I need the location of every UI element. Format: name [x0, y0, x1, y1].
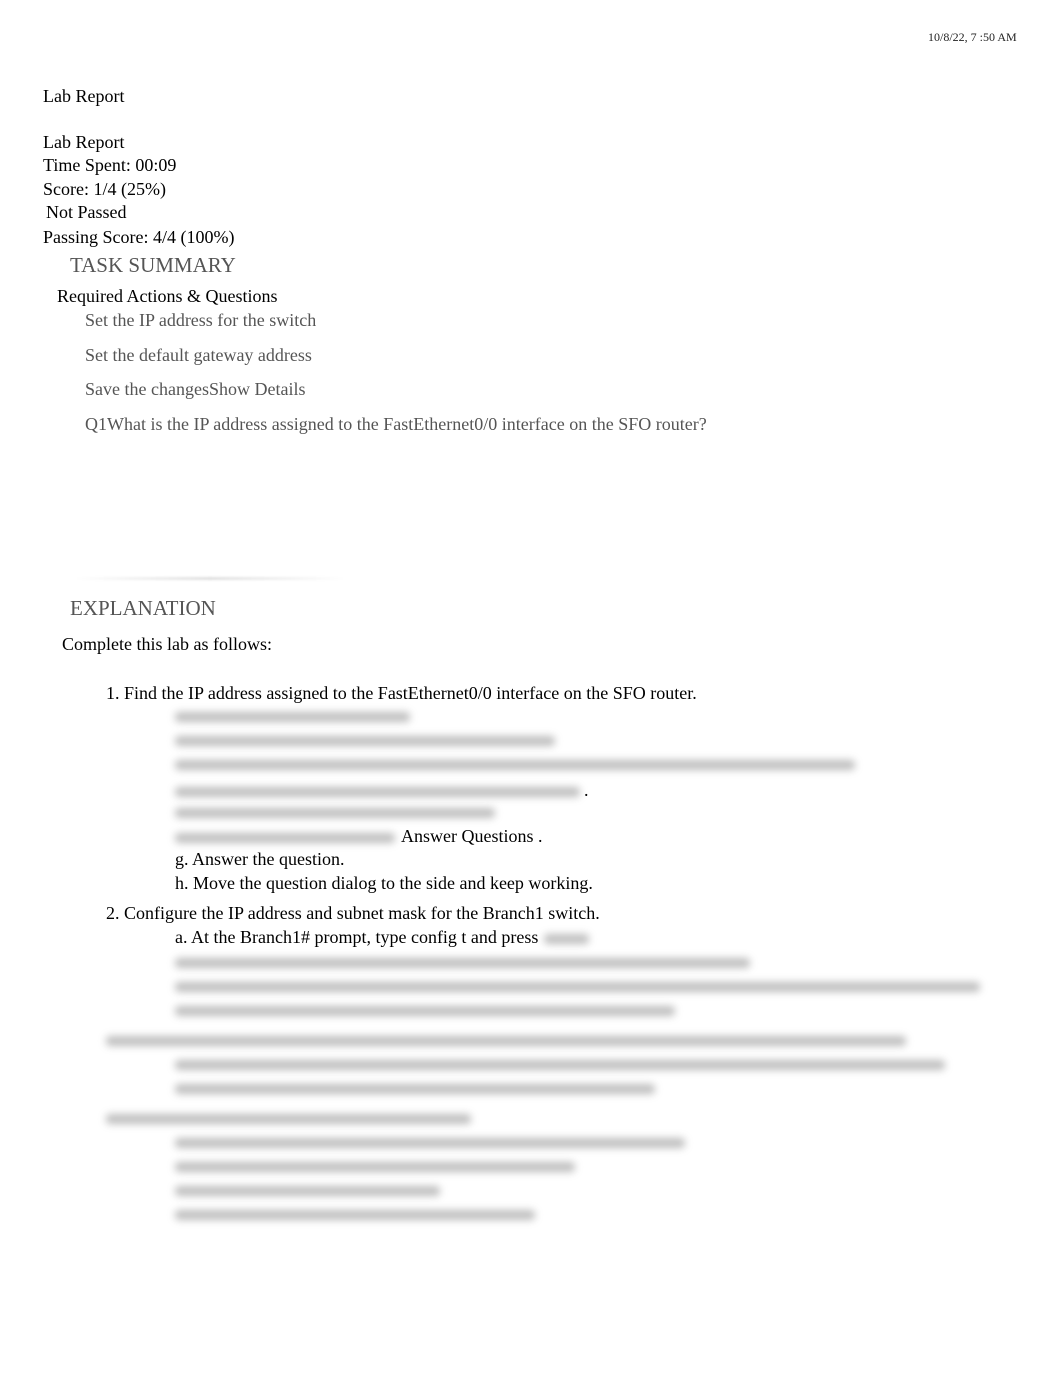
blurred-substep [175, 978, 980, 996]
task-item: Set the default gateway address [85, 345, 312, 365]
substep-2a: a. At the Branch1# prompt, type config t… [175, 927, 590, 948]
task-summary-heading: TASK SUMMARY [70, 253, 236, 277]
blurred-substep [175, 756, 855, 774]
blurred-substep [175, 1134, 685, 1152]
divider [75, 577, 345, 580]
blurred-substep [175, 1056, 945, 1074]
time-spent: Time Spent: 00:09 [43, 155, 177, 175]
blurred-substep [175, 1002, 675, 1020]
blurred-substep [175, 708, 410, 726]
blurred-step-3 [106, 1032, 906, 1050]
explanation-heading: EXPLANATION [70, 596, 216, 620]
page-title: Lab Report [43, 86, 125, 106]
substep-f: Answer Questions . [175, 826, 543, 847]
task-item: Set the IP address for the switch [85, 310, 317, 330]
timestamp: 10/8/22, 7 :50 AM [928, 30, 1017, 44]
explanation-intro: Complete this lab as follows: [62, 634, 272, 654]
blurred-substep [175, 804, 495, 822]
step-1: 1. Find the IP address assigned to the F… [106, 683, 697, 703]
blurred-substep [175, 732, 555, 750]
step-2: 2. Configure the IP address and subnet m… [106, 903, 600, 923]
score: Score: 1/4 (25%) [43, 179, 166, 199]
blurred-substep [175, 1182, 440, 1200]
blurred-substep [175, 1158, 575, 1176]
substep-g: g. Answer the question. [175, 849, 345, 869]
task-item-show-details[interactable]: Save the changesShow Details [85, 379, 305, 400]
required-actions-heading: Required Actions & Questions [57, 286, 278, 306]
blurred-substep [175, 1206, 535, 1224]
passing-score: Passing Score: 4/4 (100%) [43, 227, 235, 247]
answer-questions-label: Answer Questions . [401, 826, 543, 846]
blurred-substep: . [175, 780, 589, 801]
question-item: Q1What is the IP address assigned to the… [85, 414, 707, 434]
substep-h: h. Move the question dialog to the side … [175, 873, 593, 893]
status-badge: Not Passed [46, 202, 127, 222]
blurred-substep [175, 1080, 655, 1098]
substep-2a-text: a. At the Branch1# prompt, type config t… [175, 927, 539, 947]
report-title: Lab Report [43, 132, 125, 152]
blurred-substep [175, 954, 750, 972]
blurred-step-4 [106, 1110, 471, 1128]
